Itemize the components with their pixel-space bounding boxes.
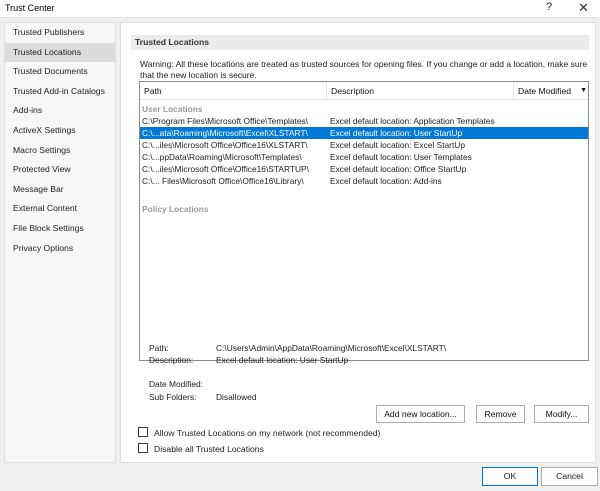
window-title: Trust Center (5, 3, 55, 13)
table-row[interactable]: C:\... Files\Microsoft Office\Office16\L… (140, 175, 588, 187)
locations-list[interactable]: Path Description Date Modified ▼ User Lo… (139, 81, 589, 361)
column-header-path[interactable]: Path (140, 82, 327, 100)
sidebar-item-trusted-publishers[interactable]: Trusted Publishers (5, 23, 115, 43)
row-description: Excel default location: User Templates (330, 152, 472, 162)
row-description: Excel default location: Application Temp… (330, 116, 495, 126)
checkbox-box[interactable] (138, 443, 148, 453)
list-header: Path Description Date Modified ▼ (140, 82, 588, 100)
sidebar-item-trusted-locations[interactable]: Trusted Locations (5, 42, 115, 63)
sidebar-item-macro-settings[interactable]: Macro Settings (5, 141, 115, 161)
details-sub-folders-value: Disallowed (216, 392, 257, 402)
row-path: C:\...ata\Roaming\Microsoft\Excel\XLSTAR… (142, 128, 308, 138)
row-path: C:\Program Files\Microsoft Office\Templa… (142, 116, 308, 126)
row-path: C:\... Files\Microsoft Office\Office16\L… (142, 176, 304, 186)
remove-button[interactable]: Remove (476, 405, 525, 423)
sidebar-item-external-content[interactable]: External Content (5, 199, 115, 219)
disable-all-checkbox[interactable]: Disable all Trusted Locations (138, 443, 264, 455)
modify-button[interactable]: Modify... (534, 405, 589, 423)
checkbox-box[interactable] (138, 427, 148, 437)
column-header-date-modified[interactable]: Date Modified ▼ (514, 82, 588, 100)
row-description: Excel default location: Add-ins (330, 176, 442, 186)
sidebar-item-message-bar[interactable]: Message Bar (5, 180, 115, 200)
sidebar-item-protected-view[interactable]: Protected View (5, 160, 115, 180)
row-path: C:\...ppData\Roaming\Microsoft\Templates… (142, 152, 302, 162)
allow-network-label: Allow Trusted Locations on my network (n… (154, 428, 381, 438)
table-row[interactable]: C:\...iles\Microsoft Office\Office16\XLS… (140, 139, 588, 151)
sidebar-item-trusted-add-in-catalogs[interactable]: Trusted Add-in Catalogs (5, 82, 115, 102)
column-header-date-modified-label: Date Modified (518, 86, 572, 96)
warning-text: Warning: All these locations are treated… (140, 59, 588, 80)
cancel-button[interactable]: Cancel (541, 467, 598, 486)
details-description-label: Description: (149, 355, 194, 365)
sort-down-icon: ▼ (580, 87, 587, 94)
section-title: Trusted Locations (131, 35, 589, 50)
close-icon[interactable]: ✕ (578, 0, 589, 16)
disable-all-label: Disable all Trusted Locations (154, 444, 264, 454)
allow-network-checkbox[interactable]: Allow Trusted Locations on my network (n… (138, 427, 380, 439)
sidebar-item-trusted-documents[interactable]: Trusted Documents (5, 62, 115, 82)
sidebar-item-add-ins[interactable]: Add-ins (5, 101, 115, 121)
sidebar: Trusted Publishers Trusted Locations Tru… (4, 22, 116, 463)
help-icon[interactable]: ? (546, 1, 552, 13)
row-path: C:\...iles\Microsoft Office\Office16\STA… (142, 164, 309, 174)
row-path: C:\...iles\Microsoft Office\Office16\XLS… (142, 140, 308, 150)
details-path-label: Path: (149, 343, 169, 353)
ok-button[interactable]: OK (482, 467, 538, 486)
title-bar: Trust Center ? ✕ (0, 0, 600, 18)
table-row[interactable]: C:\Program Files\Microsoft Office\Templa… (140, 115, 588, 127)
group-label-policy-locations: Policy Locations (142, 204, 209, 214)
details-path-value: C:\Users\Admin\AppData\Roaming\Microsoft… (216, 343, 447, 353)
table-row-selected[interactable]: C:\...ata\Roaming\Microsoft\Excel\XLSTAR… (140, 127, 588, 139)
sidebar-item-file-block-settings[interactable]: File Block Settings (5, 219, 115, 239)
group-label-user-locations: User Locations (142, 104, 203, 114)
sidebar-item-privacy-options[interactable]: Privacy Options (5, 239, 115, 259)
details-sub-folders-label: Sub Folders: (149, 392, 197, 402)
row-description: Excel default location: Excel StartUp (330, 140, 465, 150)
table-row[interactable]: C:\...iles\Microsoft Office\Office16\STA… (140, 163, 588, 175)
table-row[interactable]: C:\...ppData\Roaming\Microsoft\Templates… (140, 151, 588, 163)
details-description-value: Excel default location: User StartUp (216, 355, 349, 365)
content-panel: Trusted Locations Warning: All these loc… (120, 22, 596, 463)
add-new-location-button[interactable]: Add new location... (376, 405, 465, 423)
sidebar-item-activex-settings[interactable]: ActiveX Settings (5, 121, 115, 141)
row-description: Excel default location: User StartUp (330, 128, 463, 138)
row-description: Excel default location: Office StartUp (330, 164, 467, 174)
column-header-description[interactable]: Description (327, 82, 514, 100)
details-date-modified-label: Date Modified: (149, 379, 203, 389)
